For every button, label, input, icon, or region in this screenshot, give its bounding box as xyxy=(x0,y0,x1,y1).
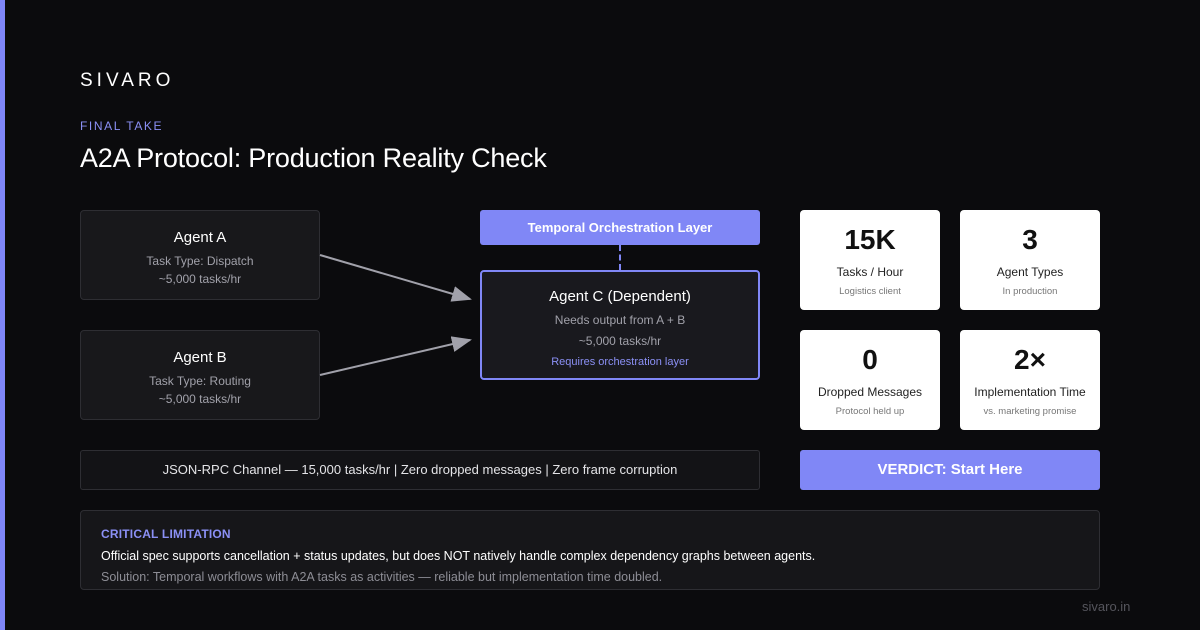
brand-logo: SIVARO xyxy=(80,70,175,91)
stat-card-dropped-messages: 0 Dropped Messages Protocol held up xyxy=(800,330,940,430)
stat-label: Dropped Messages xyxy=(817,385,923,399)
agent-b-node: Agent B Task Type: Routing ~5,000 tasks/… xyxy=(80,330,320,420)
agent-c-name: Agent C (Dependent) xyxy=(549,288,691,305)
eyebrow-label: FINAL TAKE xyxy=(80,119,164,133)
stat-card-implementation-time: 2× Implementation Time vs. marketing pro… xyxy=(960,330,1100,430)
orchestration-layer-bar: Temporal Orchestration Layer xyxy=(480,210,760,245)
agent-c-throughput: ~5,000 tasks/hr xyxy=(578,334,662,348)
verdict-badge: VERDICT: Start Here xyxy=(800,450,1100,490)
agent-a-node: Agent A Task Type: Dispatch ~5,000 tasks… xyxy=(80,210,320,300)
limitation-body: Official spec supports cancellation + st… xyxy=(101,549,816,563)
stat-value: 2× xyxy=(1014,344,1046,375)
arrow-a-to-c xyxy=(319,254,472,302)
stat-sub: Protocol held up xyxy=(835,406,905,417)
stat-value: 3 xyxy=(1022,224,1038,255)
arrow-b-to-c xyxy=(319,336,472,376)
agent-c-needs: Needs output from A + B xyxy=(554,313,686,327)
agent-c-note: Requires orchestration layer xyxy=(551,356,689,368)
agent-a-task-type: Task Type: Dispatch xyxy=(146,254,254,268)
orchestration-dashed-link xyxy=(619,245,621,270)
limitation-solution: Solution: Temporal workflows with A2A ta… xyxy=(101,570,663,584)
agent-b-throughput: ~5,000 tasks/hr xyxy=(158,392,242,406)
footer-url: sivaro.in xyxy=(1082,599,1131,614)
stat-label: Agent Types xyxy=(996,265,1064,279)
stat-sub: Logistics client xyxy=(839,286,901,297)
stat-label: Tasks / Hour xyxy=(836,265,904,279)
critical-limitation-panel: CRITICAL LIMITATION Official spec suppor… xyxy=(80,510,1100,590)
json-rpc-channel-bar: JSON-RPC Channel — 15,000 tasks/hr | Zer… xyxy=(80,450,760,490)
stat-sub: In production xyxy=(1002,286,1058,297)
agent-b-name: Agent B xyxy=(173,349,227,366)
limitation-heading: CRITICAL LIMITATION xyxy=(101,527,231,541)
stat-card-agent-types: 3 Agent Types In production xyxy=(960,210,1100,310)
stat-label: Implementation Time xyxy=(974,385,1086,399)
stat-value: 15K xyxy=(844,224,896,255)
stat-sub: vs. marketing promise xyxy=(983,406,1077,417)
accent-bar xyxy=(0,0,5,630)
agent-c-node: Agent C (Dependent) Needs output from A … xyxy=(480,270,760,380)
page-title: A2A Protocol: Production Reality Check xyxy=(80,143,547,173)
agent-a-name: Agent A xyxy=(173,229,227,246)
agent-b-task-type: Task Type: Routing xyxy=(149,374,251,388)
stat-card-tasks-per-hour: 15K Tasks / Hour Logistics client xyxy=(800,210,940,310)
stat-value: 0 xyxy=(862,344,878,375)
agent-a-throughput: ~5,000 tasks/hr xyxy=(158,272,242,286)
